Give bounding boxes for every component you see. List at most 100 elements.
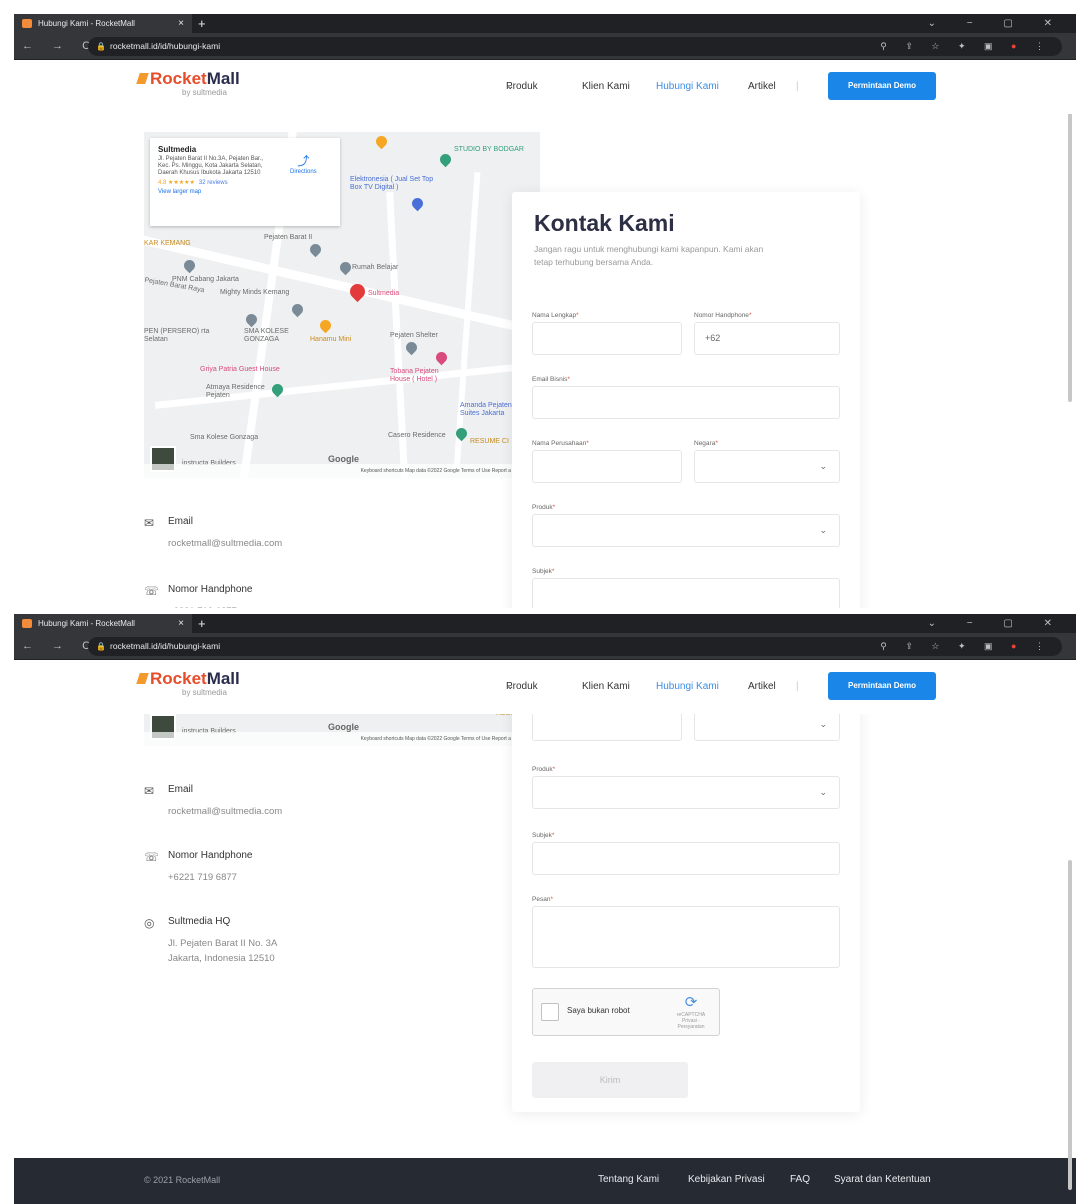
- footer-link-kebijakan-privasi[interactable]: Kebijakan Privasi: [688, 1174, 765, 1185]
- browser-window-bottom: Hubungi Kami - RocketMall × + ⌄ − ▢ ✕ ← …: [0, 608, 1076, 1204]
- email-label: Email Bisnis*: [532, 376, 570, 383]
- full-name-input[interactable]: [532, 322, 682, 355]
- address-bar[interactable]: 🔒 rocketmall.id/id/hubungi-kami ⚲ ⇪ ☆ ✦ …: [88, 37, 1062, 56]
- email-input[interactable]: [532, 386, 840, 419]
- window-controls[interactable]: ⌄ − ▢ ✕: [928, 14, 1066, 33]
- view-larger-map-link[interactable]: View larger map: [158, 189, 332, 195]
- nav-hubungi-kami[interactable]: Hubungi Kami: [656, 81, 719, 92]
- url-text: rocketmall.id/id/hubungi-kami: [110, 41, 221, 51]
- map-pin-icon[interactable]: [181, 257, 198, 274]
- nav-artikel[interactable]: Artikel: [748, 81, 776, 92]
- rocketmall-logo[interactable]: RocketMall by sultmedia: [136, 69, 240, 97]
- nav-produk[interactable]: Produk ⌄: [506, 681, 538, 692]
- map-attribution[interactable]: Keyboard shortcuts Map data ©2022 Google…: [144, 464, 540, 478]
- rocketmall-logo[interactable]: RocketMall by sultmedia: [136, 669, 240, 697]
- copyright: © 2021 RocketMall: [144, 1175, 221, 1185]
- recaptcha-icon: ⟳: [684, 994, 698, 1011]
- map-pin-icon[interactable]: [433, 349, 450, 366]
- phone-icon: ☏: [144, 584, 160, 598]
- mail-icon: ✉: [144, 516, 155, 530]
- demo-request-button[interactable]: Permintaan Demo: [828, 72, 936, 100]
- address-bar[interactable]: 🔒 rocketmall.id/id/hubungi-kami ⚲ ⇪ ☆ ✦ …: [88, 637, 1062, 656]
- subject-input[interactable]: [532, 578, 840, 608]
- extensions-icon[interactable]: ⚲ ⇪ ☆ ✦ ▣ ● ⋮: [880, 37, 1052, 56]
- map-pin-icon[interactable]: [243, 311, 260, 328]
- window-controls[interactable]: ⌄ − ▢ ✕: [928, 614, 1066, 633]
- map-pin-icon[interactable]: [307, 241, 324, 258]
- new-tab-icon[interactable]: +: [198, 614, 206, 633]
- directions-button[interactable]: ⤴ Directions: [290, 152, 317, 175]
- contact-form: Nama Perusahaan* Negara* ⌄ Produk* ⌄ Sub…: [512, 700, 860, 1112]
- nav-artikel[interactable]: Artikel: [748, 681, 776, 692]
- tab-title: Hubungi Kami - RocketMall: [38, 619, 135, 628]
- page-viewport: RocketMall by sultmedia Produk ⌄ Klien K…: [14, 660, 1076, 1204]
- contact-phone-value[interactable]: +6221 719 6877: [168, 870, 237, 885]
- google-logo: Google: [328, 722, 359, 732]
- product-select[interactable]: ⌄: [532, 514, 840, 547]
- close-tab-icon[interactable]: ×: [178, 14, 184, 33]
- close-tab-icon[interactable]: ×: [178, 614, 184, 633]
- phone-icon: ☏: [144, 850, 160, 864]
- nav-klien-kami[interactable]: Klien Kami: [582, 681, 630, 692]
- nav-buttons-icon[interactable]: ← → C: [22, 633, 98, 660]
- footer-link-tentang-kami[interactable]: Tentang Kami: [598, 1174, 659, 1185]
- rocket-icon: [136, 673, 149, 684]
- recaptcha-logo: ⟳ reCAPTCHA Privasi - Persyaratan: [671, 994, 711, 1030]
- extensions-icon[interactable]: ⚲ ⇪ ☆ ✦ ▣ ● ⋮: [880, 637, 1052, 656]
- nav-produk[interactable]: Produk ⌄: [506, 81, 538, 92]
- country-select[interactable]: ⌄: [694, 450, 840, 483]
- page-viewport: RocketMall by sultmedia Produk ⌄ Klien K…: [14, 60, 1076, 608]
- browser-tab-strip: Hubungi Kami - RocketMall × + ⌄ − ▢ ✕: [14, 614, 1076, 633]
- subject-input[interactable]: [532, 842, 840, 875]
- footer-link-syarat-ketentuan[interactable]: Syarat dan Ketentuan: [834, 1174, 931, 1185]
- message-label: Pesan*: [532, 896, 553, 903]
- page-scrollbar[interactable]: [1068, 860, 1072, 1190]
- nav-buttons-icon[interactable]: ← → C: [22, 33, 98, 60]
- map-attribution[interactable]: Keyboard shortcuts Map data ©2022 Google…: [144, 732, 540, 746]
- browser-tab[interactable]: Hubungi Kami - RocketMall ×: [14, 14, 192, 33]
- map-rating: 4.8 ★★★★★ 32 reviews: [158, 180, 228, 186]
- favicon-icon: [22, 19, 32, 28]
- phone-input[interactable]: +62: [694, 322, 840, 355]
- map-pin-icon[interactable]: [373, 133, 390, 150]
- browser-tab[interactable]: Hubungi Kami - RocketMall ×: [14, 614, 192, 633]
- product-label: Produk*: [532, 504, 556, 511]
- rocket-icon: [136, 73, 149, 84]
- location-icon: ◎: [144, 916, 155, 930]
- form-title: Kontak Kami: [534, 210, 675, 236]
- directions-icon: ⤴: [297, 154, 310, 168]
- map-pin-icon[interactable]: [437, 151, 454, 168]
- map-pin-icon[interactable]: [337, 259, 354, 276]
- company-input[interactable]: [532, 450, 682, 483]
- recaptcha-label: Saya bukan robot: [567, 1006, 630, 1015]
- browser-toolbar: ← → C 🔒 rocketmall.id/id/hubungi-kami ⚲ …: [14, 33, 1076, 60]
- new-tab-icon[interactable]: +: [198, 14, 206, 33]
- nav-klien-kami[interactable]: Klien Kami: [582, 81, 630, 92]
- country-label: Negara*: [694, 440, 718, 447]
- google-map[interactable]: STUDIO BY BODGAR Elektronesia ( Jual Set…: [144, 132, 540, 478]
- contact-email-value[interactable]: rocketmall@sultmedia.com: [168, 804, 282, 819]
- map-pin-icon[interactable]: [317, 317, 334, 334]
- contact-hq-label: Sultmedia HQ: [168, 916, 231, 927]
- mail-icon: ✉: [144, 784, 155, 798]
- subject-label: Subjek*: [532, 568, 555, 575]
- product-label: Produk*: [532, 766, 556, 773]
- contact-form: Kontak Kami Jangan ragu untuk menghubung…: [512, 192, 860, 608]
- site-header: RocketMall by sultmedia Produk ⌄ Klien K…: [14, 60, 1076, 114]
- message-textarea[interactable]: [532, 906, 840, 968]
- recaptcha-checkbox[interactable]: [541, 1003, 559, 1021]
- contact-email-value[interactable]: rocketmall@sultmedia.com: [168, 536, 282, 551]
- map-pin-icon[interactable]: [409, 195, 426, 212]
- chevron-down-icon: ⌄: [819, 525, 827, 535]
- demo-request-button[interactable]: Permintaan Demo: [828, 672, 936, 700]
- submit-button[interactable]: Kirim: [532, 1062, 688, 1098]
- nav-hubungi-kami[interactable]: Hubungi Kami: [656, 681, 719, 692]
- footer-link-faq[interactable]: FAQ: [790, 1174, 810, 1185]
- recaptcha-widget: Saya bukan robot ⟳ reCAPTCHA Privasi - P…: [532, 988, 720, 1036]
- contact-email-label: Email: [168, 784, 194, 795]
- form-description: Jangan ragu untuk menghubungi kami kapan…: [534, 244, 764, 267]
- map-pin-icon[interactable]: [403, 339, 420, 356]
- page-scrollbar[interactable]: [1068, 72, 1072, 402]
- product-select[interactable]: ⌄: [532, 776, 840, 809]
- map-pin-icon[interactable]: [289, 301, 306, 318]
